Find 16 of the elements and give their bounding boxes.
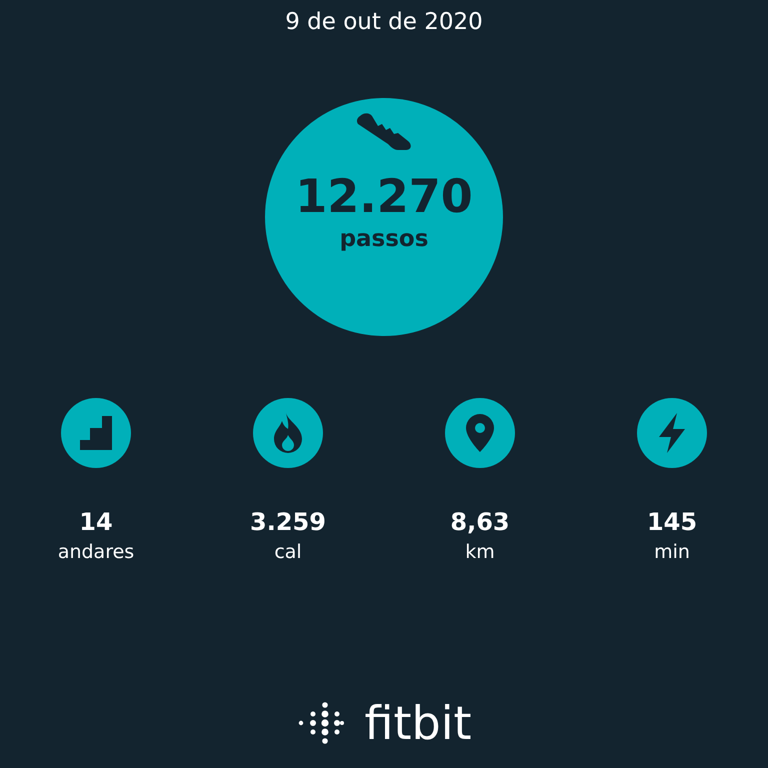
stat-value: 14 [79, 507, 113, 538]
date-title: 9 de out de 2020 [285, 8, 483, 37]
stat-unit: cal [274, 540, 302, 565]
logo-text: fitbit [364, 696, 472, 750]
stairs-icon [78, 416, 114, 450]
stat-unit: andares [58, 540, 134, 565]
stat-value: 8,63 [450, 507, 510, 538]
stat-value: 3.259 [250, 507, 326, 538]
steps-count: 12.270 [295, 170, 473, 222]
lightning-icon [657, 413, 687, 453]
stat-unit: min [654, 540, 690, 565]
stat-unit: km [465, 540, 495, 565]
flame-icon [272, 413, 304, 453]
map-pin-icon [466, 414, 494, 452]
stat-value: 145 [646, 507, 698, 538]
steps-label: passos [340, 225, 428, 254]
